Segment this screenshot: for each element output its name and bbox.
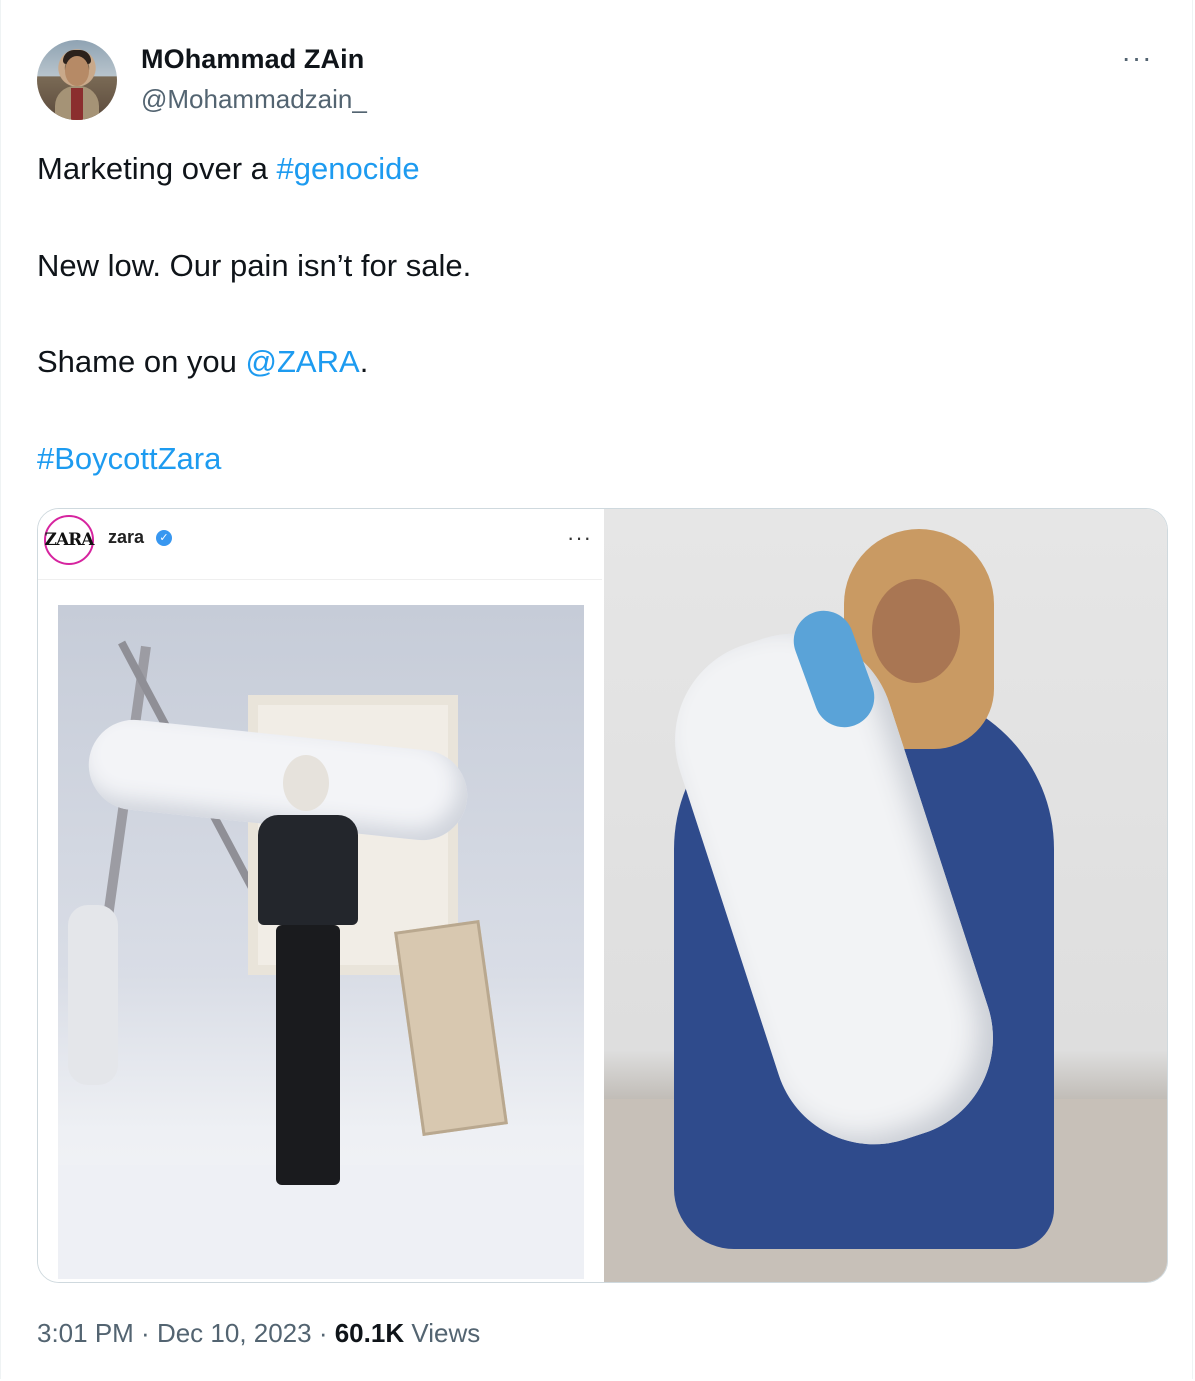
more-options-icon[interactable]: ···	[1117, 44, 1157, 78]
tweet-date[interactable]: Dec 10, 2023	[157, 1318, 312, 1348]
photo-shape	[276, 925, 340, 1185]
photo-shape	[283, 755, 329, 811]
avatar-shirt	[71, 88, 83, 120]
tweet-header: MOhammad ZAin @Mohammadzain_ ···	[37, 40, 1157, 120]
footer-separator: ·	[311, 1318, 335, 1348]
tweet-line-2: New low. Our pain isn’t for sale.	[37, 248, 472, 283]
instagram-post-header: ZARA zara ✓ ···	[38, 509, 602, 580]
zara-logo: ZARA	[44, 515, 94, 565]
views-label: Views	[404, 1318, 481, 1348]
photo-shape	[68, 905, 118, 1085]
tweet-footer: 3:01 PM · Dec 10, 2023 · 60.1K Views	[37, 1318, 480, 1349]
instagram-more-icon: ···	[567, 525, 592, 550]
verified-badge-icon: ✓	[156, 530, 172, 546]
tweet-text-segment: .	[359, 344, 369, 379]
hashtag-boycottzara-link[interactable]: #BoycottZara	[37, 441, 221, 476]
photo-shape	[258, 815, 358, 925]
views-count[interactable]: 60.1K	[335, 1318, 404, 1348]
mention-zara-link[interactable]: @ZARA	[246, 344, 360, 379]
fashion-campaign-photo	[58, 605, 584, 1279]
tweet-line-3: Shame on you @ZARA.	[37, 343, 368, 381]
tweet-text-segment: Marketing over a	[37, 151, 277, 186]
tweet-line-1: Marketing over a #genocide	[37, 150, 420, 188]
avatar-face	[65, 56, 89, 86]
photo-shape	[394, 920, 508, 1136]
tweet-text-segment: Shame on you	[37, 344, 246, 379]
author-handle[interactable]: @Mohammadzain_	[141, 84, 367, 115]
tweet-line-4: #BoycottZara	[37, 440, 221, 478]
zara-instagram-screenshot: ZARA zara ✓ ···	[38, 509, 602, 1282]
hashtag-genocide-link[interactable]: #genocide	[277, 151, 420, 186]
tweet-media[interactable]: ZARA zara ✓ ···	[37, 508, 1168, 1283]
tweet-card: MOhammad ZAin @Mohammadzain_ ··· Marketi…	[0, 0, 1193, 1379]
instagram-account-name: zara	[108, 527, 145, 547]
news-photo	[604, 509, 1167, 1282]
footer-separator: ·	[133, 1318, 157, 1348]
author-display-name[interactable]: MOhammad ZAin	[141, 44, 364, 75]
photo-shape	[872, 579, 960, 683]
avatar[interactable]	[37, 40, 117, 120]
tweet-time[interactable]: 3:01 PM	[37, 1318, 134, 1348]
